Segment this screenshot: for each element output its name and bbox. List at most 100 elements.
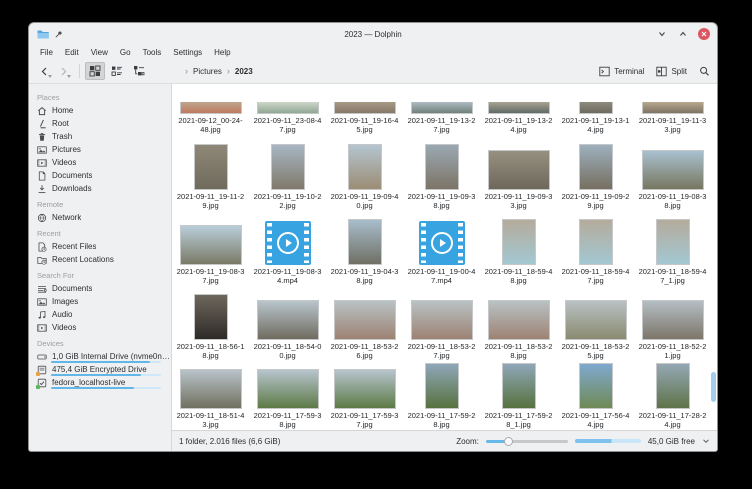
file-item-image[interactable]: 2021-09-11_19-04-38.jpg <box>326 217 403 290</box>
sidebar-item-root[interactable]: Root <box>29 117 171 130</box>
file-item-image[interactable]: 2021-09-11_18-54-00.jpg <box>249 292 326 365</box>
sidebar-section-remote: Remote <box>29 195 171 211</box>
sidebar-item-fedora-localhost-live[interactable]: fedora_localhost-live <box>29 376 171 389</box>
file-item-image[interactable]: 2021-09-11_19-11-33.jpg <box>634 84 711 139</box>
menu-settings[interactable]: Settings <box>167 48 208 57</box>
maximize-button[interactable] <box>677 28 689 40</box>
minimize-button[interactable] <box>656 28 668 40</box>
image-thumbnail <box>488 150 550 190</box>
file-item-image[interactable]: 2021-09-11_19-08-37.jpg <box>172 217 249 290</box>
desktop-background: 2023 — Dolphin FileEditViewGoToolsSettin… <box>0 0 752 489</box>
file-item-image[interactable]: 2021-09-11_17-59-38.jpg <box>249 365 326 430</box>
file-name: 2021-09-11_19-13-27.jpg <box>408 116 476 134</box>
file-name: 2021-09-11_18-53-26.jpg <box>331 342 399 360</box>
image-thumbnail <box>579 102 613 114</box>
file-item-image[interactable]: 2021-09-11_19-13-24.jpg <box>480 84 557 139</box>
file-item-image[interactable]: 2021-09-11_17-28-24.jpg <box>634 365 711 430</box>
image-thumbnail <box>425 144 459 190</box>
file-item-image[interactable]: 2021-09-11_19-09-33.jpg <box>480 142 557 215</box>
file-item-image[interactable]: 2021-09-11_18-53-28.jpg <box>480 292 557 365</box>
vertical-scrollbar[interactable] <box>711 372 716 402</box>
sidebar-item-recent-locations[interactable]: Recent Locations <box>29 253 171 266</box>
terminal-button[interactable]: Terminal <box>599 66 644 77</box>
menu-file[interactable]: File <box>34 48 59 57</box>
sidebar-item-recent-files[interactable]: Recent Files <box>29 240 171 253</box>
menu-view[interactable]: View <box>85 48 114 57</box>
sidebar-item-trash[interactable]: Trash <box>29 130 171 143</box>
file-item-image[interactable]: 2021-09-11_18-51-43.jpg <box>172 365 249 430</box>
folder-view[interactable]: 2021-09-12_00-24-48.jpg 2021-09-11_23-08-… <box>172 84 717 430</box>
forward-button[interactable] <box>55 63 71 79</box>
menu-edit[interactable]: Edit <box>59 48 85 57</box>
file-item-image[interactable]: 2021-09-11_17-59-37.jpg <box>326 365 403 430</box>
file-item-image[interactable]: 2021-09-11_19-13-14.jpg <box>557 84 634 139</box>
sidebar-item-documents[interactable]: Documents <box>29 282 171 295</box>
file-name: 2021-09-11_17-59-28_1.jpg <box>485 411 553 429</box>
toolbar-separator <box>79 64 80 78</box>
sidebar-item-audio[interactable]: Audio <box>29 308 171 321</box>
tree-view-button[interactable] <box>129 62 149 80</box>
file-item-image[interactable]: 2021-09-11_19-08-38.jpg <box>634 142 711 215</box>
file-item-image[interactable]: 2021-09-11_19-10-22.jpg <box>249 142 326 215</box>
sidebar-item-home[interactable]: Home <box>29 104 171 117</box>
search-button[interactable] <box>699 66 710 77</box>
file-item-image[interactable]: 2021-09-11_23-08-47.jpg <box>249 84 326 139</box>
zoom-slider[interactable] <box>486 436 568 446</box>
breadcrumb-item-pictures[interactable]: Pictures <box>193 67 222 76</box>
file-item-image[interactable]: 2021-09-11_19-09-29.jpg <box>557 142 634 215</box>
chevron-down-icon[interactable] <box>702 437 710 445</box>
split-button[interactable]: Split <box>656 66 687 77</box>
file-item-image[interactable]: 2021-09-11_18-53-26.jpg <box>326 292 403 365</box>
file-item-image[interactable]: 2021-09-11_17-56-44.jpg <box>557 365 634 430</box>
breadcrumb-item-2023[interactable]: 2023 <box>235 67 253 76</box>
sidebar-item-pictures[interactable]: Pictures <box>29 143 171 156</box>
file-item-video[interactable]: 2021-09-11_19-00-47.mp4 <box>403 217 480 290</box>
zoom-slider-handle[interactable] <box>504 437 513 446</box>
lock-emblem-icon <box>36 372 40 376</box>
file-item-image[interactable]: 2021-09-11_19-09-40.jpg <box>326 142 403 215</box>
menu-go[interactable]: Go <box>114 48 137 57</box>
sidebar-item-label: Trash <box>52 132 72 141</box>
sidebar-item-label: Documents <box>52 171 92 180</box>
file-item-image[interactable]: 2021-09-11_19-09-38.jpg <box>403 142 480 215</box>
file-item-image[interactable]: 2021-09-12_00-24-48.jpg <box>172 84 249 139</box>
sidebar-item-label: Root <box>52 119 69 128</box>
image-thumbnail <box>411 102 473 114</box>
file-item-image[interactable]: 2021-09-11_18-56-18.jpg <box>172 292 249 365</box>
image-thumbnail <box>579 219 613 265</box>
video-thumbnail <box>265 221 311 265</box>
titlebar[interactable]: 2023 — Dolphin <box>29 23 717 45</box>
file-item-image[interactable]: 2021-09-11_17-59-28.jpg <box>403 365 480 430</box>
back-button[interactable] <box>36 63 52 79</box>
sidebar-item-475-4-gib-encrypted-drive[interactable]: 475,4 GiB Encrypted Drive <box>29 363 171 376</box>
device-usage-bar <box>51 387 161 389</box>
image-thumbnail <box>425 363 459 409</box>
menu-help[interactable]: Help <box>208 48 236 57</box>
file-item-image[interactable]: 2021-09-11_18-59-48.jpg <box>480 217 557 290</box>
menu-tools[interactable]: Tools <box>137 48 168 57</box>
file-item-image[interactable]: 2021-09-11_19-11-29.jpg <box>172 142 249 215</box>
sidebar-item-videos[interactable]: Videos <box>29 156 171 169</box>
file-item-video[interactable]: 2021-09-11_19-08-34.mp4 <box>249 217 326 290</box>
close-button[interactable] <box>698 28 710 40</box>
sidebar-item-downloads[interactable]: Downloads <box>29 182 171 195</box>
image-thumbnail <box>348 219 382 265</box>
sidebar-item-label: Recent Files <box>52 242 96 251</box>
file-item-image[interactable]: 2021-09-11_17-59-28_1.jpg <box>480 365 557 430</box>
icons-view-button[interactable] <box>85 62 105 80</box>
sidebar-item-network[interactable]: Network <box>29 211 171 224</box>
image-thumbnail <box>257 300 319 340</box>
sidebar-item-images[interactable]: Images <box>29 295 171 308</box>
file-item-image[interactable]: 2021-09-11_18-53-25.jpg <box>557 292 634 365</box>
file-item-image[interactable]: 2021-09-11_19-13-27.jpg <box>403 84 480 139</box>
file-item-image[interactable]: 2021-09-11_18-59-47_1.jpg <box>634 217 711 290</box>
file-item-image[interactable]: 2021-09-11_18-53-27.jpg <box>403 292 480 365</box>
file-item-image[interactable]: 2021-09-11_19-16-45.jpg <box>326 84 403 139</box>
sidebar-item-1-0-gib-internal-drive-nvme0n[interactable]: 1,0 GiB Internal Drive (nvme0n… <box>29 350 171 363</box>
file-item-image[interactable]: 2021-09-11_18-52-21.jpg <box>634 292 711 365</box>
sidebar-item-documents[interactable]: Documents <box>29 169 171 182</box>
file-item-image[interactable]: 2021-09-11_18-59-47.jpg <box>557 217 634 290</box>
sidebar-item-videos[interactable]: Videos <box>29 321 171 334</box>
file-name: 2021-09-11_23-08-47.jpg <box>254 116 322 134</box>
details-view-button[interactable] <box>107 62 127 80</box>
